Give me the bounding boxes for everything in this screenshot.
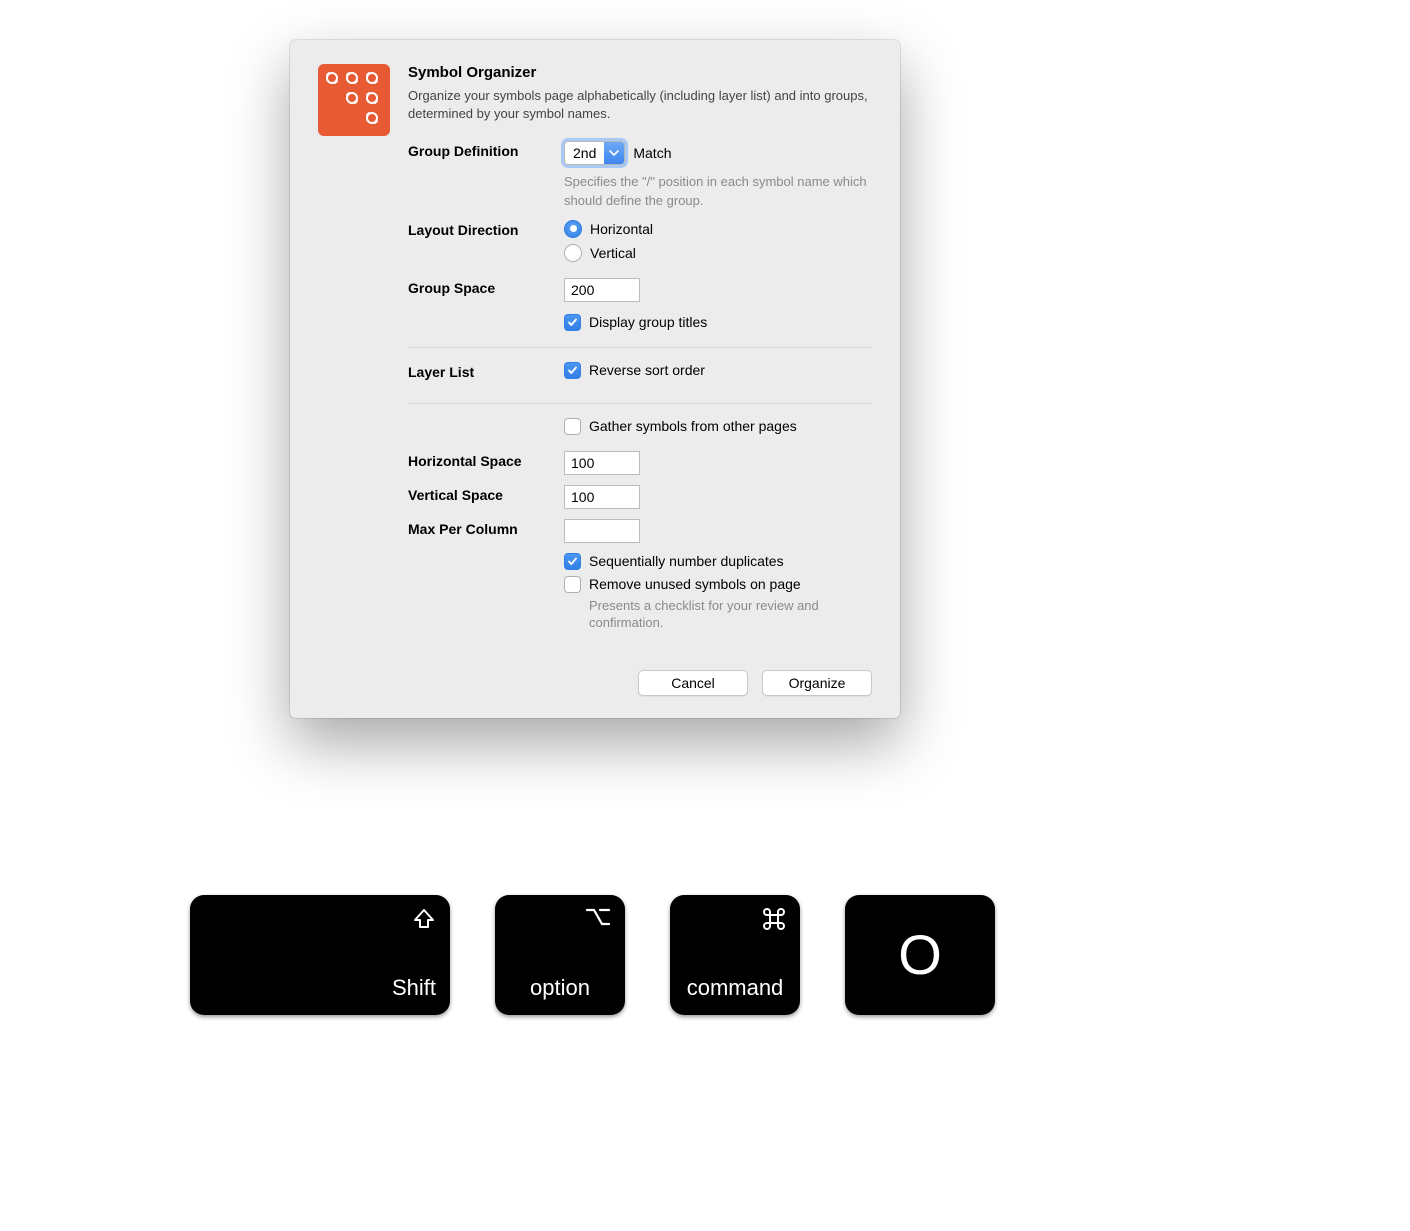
radio-checked-icon — [564, 220, 582, 238]
checkbox-checked-icon — [564, 553, 581, 570]
reverse-sort-checkbox[interactable]: Reverse sort order — [564, 362, 872, 379]
option-key-label: option — [509, 975, 611, 1001]
seq-number-checkbox[interactable]: Sequentially number duplicates — [564, 553, 872, 570]
shift-icon — [412, 907, 436, 936]
o-key-label: O — [898, 922, 942, 987]
dialog-title: Symbol Organizer — [408, 64, 872, 81]
checkbox-unchecked-icon — [564, 576, 581, 593]
shift-key-label: Shift — [392, 975, 436, 1001]
remove-unused-checkbox[interactable]: Remove unused symbols on page — [564, 576, 872, 593]
layout-horizontal-radio[interactable]: Horizontal — [564, 220, 872, 238]
option-icon — [585, 907, 611, 932]
group-space-label: Group Space — [408, 278, 564, 296]
reverse-sort-label: Reverse sort order — [589, 362, 705, 378]
layout-direction-label: Layout Direction — [408, 220, 564, 238]
max-per-column-label: Max Per Column — [408, 519, 564, 537]
layer-list-label: Layer List — [408, 362, 564, 380]
command-key: command — [670, 895, 800, 1015]
layout-vertical-radio[interactable]: Vertical — [564, 244, 872, 262]
shift-key: Shift — [190, 895, 450, 1015]
option-key: option — [495, 895, 625, 1015]
radio-unchecked-icon — [564, 244, 582, 262]
checkbox-checked-icon — [564, 314, 581, 331]
remove-unused-label: Remove unused symbols on page — [589, 576, 801, 592]
cancel-button[interactable]: Cancel — [638, 670, 748, 696]
seq-number-label: Sequentially number duplicates — [589, 553, 784, 569]
vertical-space-input[interactable] — [564, 485, 640, 509]
display-group-titles-label: Display group titles — [589, 314, 707, 330]
layout-horizontal-label: Horizontal — [590, 221, 653, 237]
display-group-titles-checkbox[interactable]: Display group titles — [564, 314, 872, 331]
checkbox-unchecked-icon — [564, 418, 581, 435]
group-definition-label: Group Definition — [408, 141, 564, 159]
max-per-column-input[interactable] — [564, 519, 640, 543]
horizontal-space-input[interactable] — [564, 451, 640, 475]
o-key: O — [845, 895, 995, 1015]
group-space-input[interactable] — [564, 278, 640, 302]
symbol-organizer-app-icon — [318, 64, 390, 136]
layout-vertical-label: Vertical — [590, 245, 636, 261]
group-definition-hint: Specifies the "/" position in each symbo… — [564, 173, 872, 209]
horizontal-space-label: Horizontal Space — [408, 451, 564, 469]
match-label: Match — [633, 145, 671, 161]
group-definition-select[interactable]: 2nd — [564, 141, 625, 165]
keyboard-shortcut: Shift option command O — [190, 895, 995, 1015]
command-key-label: command — [684, 975, 786, 1001]
group-definition-value: 2nd — [565, 142, 604, 164]
symbol-organizer-dialog: Symbol Organizer Organize your symbols p… — [290, 40, 900, 718]
gather-symbols-checkbox[interactable]: Gather symbols from other pages — [564, 418, 872, 435]
remove-unused-hint: Presents a checklist for your review and… — [589, 597, 872, 632]
gather-symbols-label: Gather symbols from other pages — [589, 418, 797, 434]
vertical-space-label: Vertical Space — [408, 485, 564, 503]
chevron-down-icon — [604, 142, 624, 164]
dialog-description: Organize your symbols page alphabeticall… — [408, 87, 872, 123]
organize-button[interactable]: Organize — [762, 670, 872, 696]
command-icon — [762, 907, 786, 936]
checkbox-checked-icon — [564, 362, 581, 379]
